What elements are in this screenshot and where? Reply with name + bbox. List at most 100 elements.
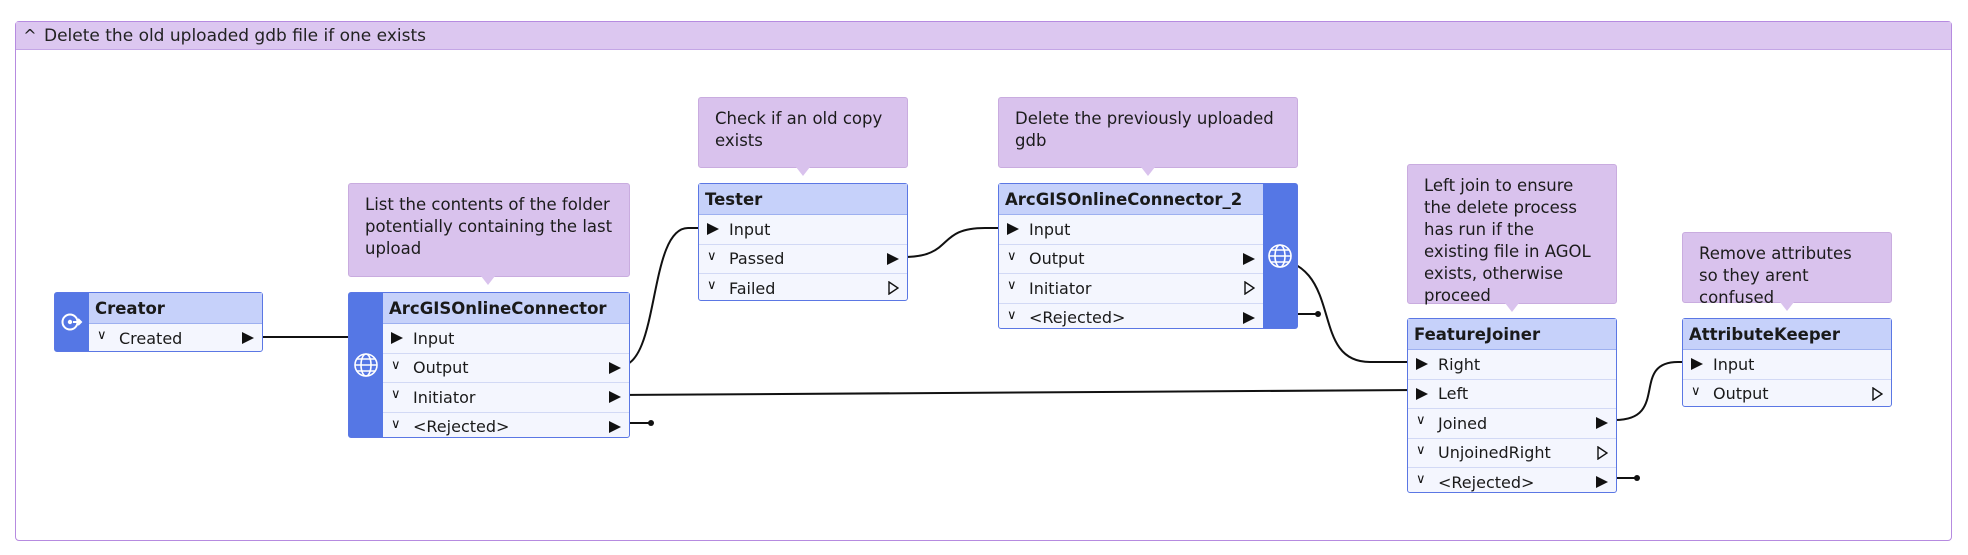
globe-icon — [354, 353, 378, 377]
connection-agol1-initiator-to-joiner-left[interactable] — [619, 389, 1421, 396]
input-port-icon[interactable] — [1416, 358, 1428, 370]
transformer-feature-joiner[interactable]: FeatureJoiner Right Left ∨ Joined ∨ Unjo… — [1407, 318, 1617, 493]
input-port-icon[interactable] — [1691, 358, 1703, 370]
annotation-text: Left join to ensure the delete process h… — [1424, 176, 1591, 305]
output-port-icon[interactable] — [609, 361, 621, 374]
port-label: Joined — [1438, 413, 1488, 433]
chevron-down-icon: ∨ — [707, 248, 717, 264]
chevron-down-icon: ∨ — [707, 278, 717, 293]
input-port-icon[interactable] — [1416, 387, 1428, 400]
port-unjoined-right[interactable]: ∨ UnjoinedRight — [1408, 439, 1616, 468]
port-label: Passed — [729, 249, 785, 269]
output-port-unconnected-icon[interactable] — [888, 281, 899, 295]
port-label: Created — [119, 328, 183, 348]
annotation-text: Delete the previously uploaded gdb — [1015, 109, 1274, 150]
input-port-icon[interactable] — [707, 223, 719, 235]
transformer-title: Tester — [699, 184, 907, 215]
port-rejected[interactable]: ∨ <Rejected> — [1408, 468, 1616, 497]
port-label: Right — [1438, 354, 1481, 374]
port-joined[interactable]: ∨ Joined — [1408, 409, 1616, 439]
port-label: <Rejected> — [1029, 308, 1126, 328]
port-rejected[interactable]: ∨ <Rejected> — [999, 304, 1263, 333]
port-output[interactable]: ∨ Output — [383, 354, 629, 383]
output-port-unconnected-icon[interactable] — [1872, 386, 1883, 401]
port-output[interactable]: ∨ Output — [1683, 380, 1891, 409]
port-rejected[interactable]: ∨ <Rejected> — [383, 413, 629, 442]
port-label: Failed — [729, 278, 776, 298]
transformer-arcgis-online-connector-2[interactable]: ArcGISOnlineConnector_2 Input ∨ Output ∨… — [998, 183, 1298, 329]
port-label: <Rejected> — [413, 417, 510, 437]
transformer-attribute-keeper[interactable]: AttributeKeeper Input ∨ Output — [1682, 318, 1892, 407]
port-label: Initiator — [1029, 278, 1092, 298]
port-output[interactable]: ∨ Output — [999, 245, 1263, 274]
transformer-tester[interactable]: Tester Input ∨ Passed ∨ Failed — [698, 183, 908, 301]
output-port-unconnected-icon[interactable] — [1597, 445, 1608, 460]
annotation-list-contents[interactable]: List the contents of the folder potentia… — [348, 183, 630, 285]
output-port-icon[interactable] — [609, 391, 621, 403]
transformer-creator[interactable]: Creator ∨ Created — [54, 292, 263, 352]
port-failed[interactable]: ∨ Failed — [699, 274, 907, 303]
chevron-down-icon: ∨ — [97, 328, 107, 343]
chevron-down-icon: ∨ — [1416, 472, 1426, 487]
chevron-down-icon: ∨ — [1007, 278, 1017, 293]
connections-layer — [255, 227, 1694, 481]
port-input[interactable]: Input — [383, 324, 629, 354]
port-right[interactable]: Right — [1408, 350, 1616, 380]
annotation-remove-attributes[interactable]: Remove attributes so they arent confused — [1682, 232, 1892, 311]
annotation-text: Check if an old copy exists — [715, 109, 883, 150]
rejected-endpoint — [648, 420, 654, 426]
port-initiator[interactable]: ∨ Initiator — [383, 383, 629, 413]
transformer-title: FeatureJoiner — [1408, 319, 1616, 350]
rejected-endpoint — [1634, 475, 1640, 481]
chevron-down-icon: ∨ — [1007, 307, 1017, 323]
creator-icon — [61, 313, 83, 331]
port-passed[interactable]: ∨ Passed — [699, 245, 907, 274]
input-port-icon[interactable] — [391, 332, 403, 344]
rejected-endpoint — [1315, 311, 1321, 317]
annotation-text: List the contents of the folder potentia… — [365, 195, 613, 258]
port-label: Input — [729, 219, 771, 239]
chevron-down-icon: ∨ — [1416, 413, 1426, 428]
port-initiator[interactable]: ∨ Initiator — [999, 274, 1263, 304]
port-label: Left — [1438, 384, 1469, 404]
port-label: Input — [1029, 219, 1071, 239]
port-label: UnjoinedRight — [1438, 443, 1551, 463]
chevron-down-icon: ∨ — [1691, 383, 1701, 399]
port-label: Input — [1713, 354, 1755, 374]
annotation-left-join[interactable]: Left join to ensure the delete process h… — [1407, 164, 1617, 312]
output-port-unconnected-icon[interactable] — [1244, 281, 1255, 295]
annotation-delete-previous[interactable]: Delete the previously uploaded gdb — [998, 97, 1298, 176]
chevron-down-icon: ∨ — [391, 357, 401, 373]
transformer-title: ArcGISOnlineConnector — [383, 293, 629, 324]
chevron-down-icon: ∨ — [391, 387, 401, 402]
port-label: Output — [1029, 249, 1085, 269]
globe-icon — [1268, 244, 1292, 268]
port-label: Output — [1713, 384, 1769, 404]
output-port-icon[interactable] — [887, 252, 899, 265]
transformer-side-bar — [1263, 184, 1297, 328]
port-label: Output — [413, 358, 469, 378]
port-label: Initiator — [413, 387, 476, 407]
transformer-arcgis-online-connector[interactable]: ArcGISOnlineConnector Input ∨ Output ∨ I… — [348, 292, 630, 438]
transformer-side-bar — [349, 293, 383, 437]
port-created[interactable]: ∨ Created — [89, 324, 262, 353]
port-input[interactable]: Input — [1683, 350, 1891, 380]
chevron-down-icon: ∨ — [391, 416, 401, 432]
port-label: <Rejected> — [1438, 472, 1535, 492]
output-port-icon[interactable] — [609, 420, 621, 433]
output-port-icon[interactable] — [1596, 417, 1608, 429]
connection-agol1-to-tester[interactable] — [619, 227, 708, 367]
port-input[interactable]: Input — [999, 215, 1263, 245]
annotation-check-copy[interactable]: Check if an old copy exists — [698, 97, 908, 176]
output-port-icon[interactable] — [1243, 311, 1255, 324]
output-port-icon[interactable] — [242, 332, 254, 344]
annotation-text: Remove attributes so they arent confused — [1699, 244, 1852, 307]
transformer-title: AttributeKeeper — [1683, 319, 1891, 350]
input-port-icon[interactable] — [1007, 223, 1019, 235]
port-input[interactable]: Input — [699, 215, 907, 245]
connection-tester-to-agol2[interactable] — [902, 227, 1007, 258]
port-label: Input — [413, 328, 455, 348]
output-port-icon[interactable] — [1596, 476, 1608, 488]
output-port-icon[interactable] — [1243, 252, 1255, 265]
port-left[interactable]: Left — [1408, 380, 1616, 409]
